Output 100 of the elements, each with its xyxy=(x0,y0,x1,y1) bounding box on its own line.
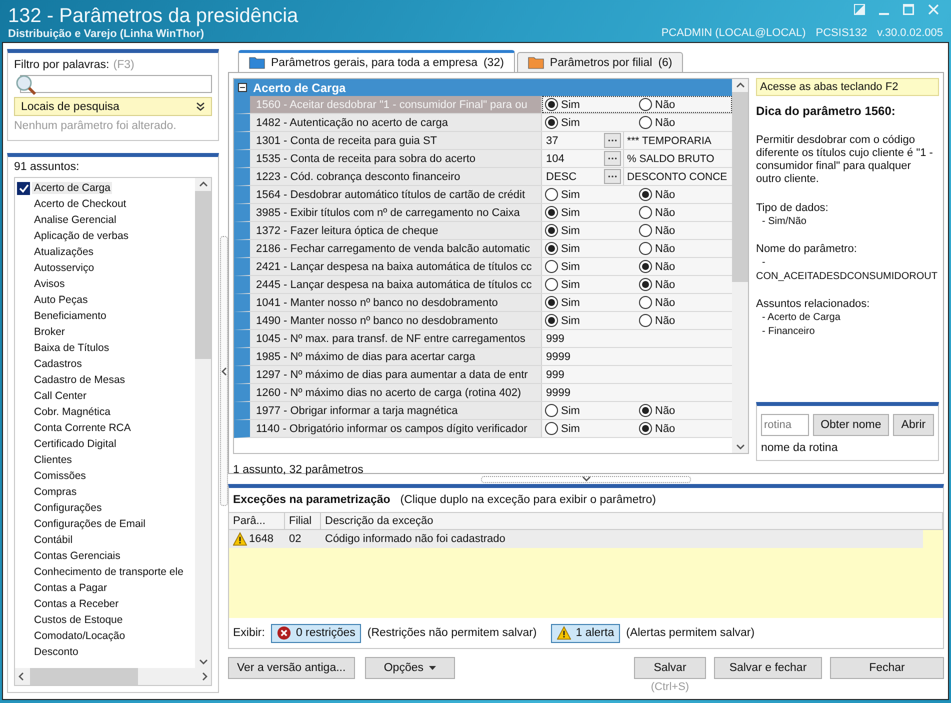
parameter-label[interactable]: 1535 - Conta de receita para sobra do acerto xyxy=(250,150,542,167)
parameter-label[interactable]: 1297 - Nº máximo de dias para aumentar a data de entr xyxy=(250,366,542,383)
footer-button[interactable]: Salvar e fechar xyxy=(714,657,822,679)
collapse-icon[interactable] xyxy=(238,83,247,92)
parameter-label[interactable]: 1977 - Obrigar informar a tarja magnética xyxy=(250,402,542,419)
subject-item[interactable]: Configurações de Email xyxy=(15,516,195,532)
subject-item[interactable]: Atualizações xyxy=(15,244,195,260)
subject-item[interactable]: Call Center xyxy=(15,388,195,404)
subject-item[interactable]: Cadastro de Mesas xyxy=(15,372,195,388)
scroll-down-icon[interactable] xyxy=(736,444,744,450)
subject-item[interactable]: Cadastros xyxy=(15,356,195,372)
subject-item[interactable]: Compras xyxy=(15,484,195,500)
radio-option[interactable]: Sim xyxy=(542,422,636,435)
subject-item[interactable]: Desconto xyxy=(15,644,195,660)
radio-option[interactable]: Não xyxy=(636,260,730,273)
subject-item[interactable]: Contas a Pagar xyxy=(15,580,195,596)
lookup-button[interactable] xyxy=(604,151,621,166)
value-field[interactable]: 104 xyxy=(542,152,604,164)
routine-button[interactable]: Abrir xyxy=(892,414,934,436)
lookup-button[interactable] xyxy=(604,169,621,184)
horizontal-scrollbar[interactable] xyxy=(15,668,211,685)
parameter-label[interactable]: 1564 - Desdobrar automático títulos de cartão de crédit xyxy=(250,186,542,203)
footer-button[interactable]: Ver a versão antiga... xyxy=(228,657,355,679)
search-locations-dropdown[interactable]: Locais de pesquisa xyxy=(14,97,212,116)
radio-option[interactable]: Não xyxy=(636,278,730,291)
radio-option[interactable]: Não xyxy=(636,188,730,201)
routine-button[interactable]: Obter nome xyxy=(813,414,889,436)
value-field[interactable]: 37 xyxy=(542,134,604,146)
parameter-label[interactable]: 1223 - Cód. cobrança desconto financeiro xyxy=(250,168,542,185)
subject-item[interactable]: Comodato/Locação xyxy=(15,628,195,644)
subject-item[interactable]: Baixa de Títulos xyxy=(15,340,195,356)
radio-option[interactable]: Sim xyxy=(542,278,636,291)
scroll-up-icon[interactable] xyxy=(736,82,744,88)
lookup-button[interactable] xyxy=(604,133,621,148)
parameter-label[interactable]: 2421 - Lançar despesa na baixa automática de títulos cc xyxy=(250,258,542,275)
tab[interactable]: Parâmetros gerais, para toda a empresa (32) xyxy=(238,50,515,73)
radio-option[interactable]: Não xyxy=(636,404,730,417)
parameter-label[interactable]: 2186 - Fechar carregamento de venda balcão automatic xyxy=(250,240,542,257)
radio-option[interactable]: Sim xyxy=(542,188,636,201)
subject-item[interactable]: Autosserviço xyxy=(15,260,195,276)
subject-item[interactable]: Custos de Estoque xyxy=(15,612,195,628)
subject-item[interactable]: Acerto de Carga xyxy=(15,180,195,196)
subject-item[interactable]: Analise Gerencial xyxy=(15,212,195,228)
footer-button[interactable]: Fechar xyxy=(830,657,944,679)
subject-item[interactable]: Certificado Digital xyxy=(15,436,195,452)
subject-item[interactable]: Clientes xyxy=(15,452,195,468)
parameter-label[interactable]: 2445 - Lançar despesa na baixa automática de títulos cc xyxy=(250,276,542,293)
column-header[interactable]: Parâ... xyxy=(229,513,285,529)
radio-option[interactable]: Sim xyxy=(542,224,636,237)
radio-option[interactable]: Não xyxy=(636,224,730,237)
subject-item[interactable]: Acerto de Checkout xyxy=(15,196,195,212)
filter-toggle[interactable]: 0 restrições xyxy=(270,624,362,642)
menu-button[interactable]: Opções xyxy=(364,657,455,679)
column-header[interactable]: Descrição da exceção xyxy=(321,513,943,529)
radio-option[interactable]: Não xyxy=(636,116,730,129)
value-field[interactable]: 9999 xyxy=(542,386,570,398)
parameter-label[interactable]: 1490 - Manter nosso nº banco no desdobramento xyxy=(250,312,542,329)
vertical-scrollbar[interactable] xyxy=(195,178,211,668)
parameter-label[interactable]: 1260 - Nº máximo dias no acerto de carga (rotina 402) xyxy=(250,384,542,401)
radio-option[interactable]: Sim xyxy=(542,206,636,219)
radio-option[interactable]: Sim xyxy=(542,314,636,327)
radio-option[interactable]: Sim xyxy=(542,296,636,309)
subject-item[interactable]: Conhecimento de transporte ele xyxy=(15,564,195,580)
subject-item[interactable]: Auto Peças xyxy=(15,292,195,308)
radio-option[interactable]: Não xyxy=(636,98,730,111)
scroll-down-icon[interactable] xyxy=(198,659,208,665)
radio-option[interactable]: Não xyxy=(636,422,730,435)
subject-item[interactable]: Aplicação de verbas xyxy=(15,228,195,244)
collapse-icon[interactable] xyxy=(220,366,226,376)
subject-item[interactable]: Broker xyxy=(15,324,195,340)
value-field[interactable]: DESC xyxy=(542,170,604,182)
parameter-label[interactable]: 1985 - Nº máximo de dias para acertar carga xyxy=(250,348,542,365)
radio-option[interactable]: Sim xyxy=(542,116,636,129)
subject-item[interactable]: Comissões xyxy=(15,468,195,484)
subject-item[interactable]: Contas Gerenciais xyxy=(15,548,195,564)
parameter-label[interactable]: 1301 - Conta de receita para guia ST xyxy=(250,132,542,149)
value-field[interactable]: 9999 xyxy=(542,350,570,362)
collapse-icon[interactable] xyxy=(582,476,590,482)
vertical-scrollbar[interactable] xyxy=(732,79,748,453)
parameter-label[interactable]: 1045 - Nº max. para transf. de NF entre carregamentos xyxy=(250,330,542,347)
scroll-right-icon[interactable] xyxy=(202,672,208,681)
radio-option[interactable]: Não xyxy=(636,314,730,327)
close-icon[interactable] xyxy=(928,4,939,15)
subject-item[interactable]: Contas a Receber xyxy=(15,596,195,612)
parameter-label[interactable]: 1041 - Manter nosso nº banco no desdobramento xyxy=(250,294,542,311)
splitter-handle[interactable] xyxy=(220,236,228,506)
scroll-left-icon[interactable] xyxy=(18,672,24,681)
footer-button[interactable]: Salvar xyxy=(634,657,706,679)
value-field[interactable]: 999 xyxy=(542,368,564,380)
routine-input[interactable]: rotina xyxy=(761,414,809,436)
radio-option[interactable]: Sim xyxy=(542,242,636,255)
tab[interactable]: Parâmetros por filial (6) xyxy=(516,52,684,73)
maximize-icon[interactable] xyxy=(903,4,914,15)
subject-item[interactable]: Conta Corrente RCA xyxy=(15,420,195,436)
parameter-label[interactable]: 3985 - Exibir títulos com nº de carregamento no Caixa xyxy=(250,204,542,221)
checkbox[interactable] xyxy=(17,182,30,194)
subject-item[interactable]: Avisos xyxy=(15,276,195,292)
subject-item[interactable]: Contábil xyxy=(15,532,195,548)
scroll-up-icon[interactable] xyxy=(198,181,208,187)
filter-toggle[interactable]: 1 alerta xyxy=(550,624,620,642)
